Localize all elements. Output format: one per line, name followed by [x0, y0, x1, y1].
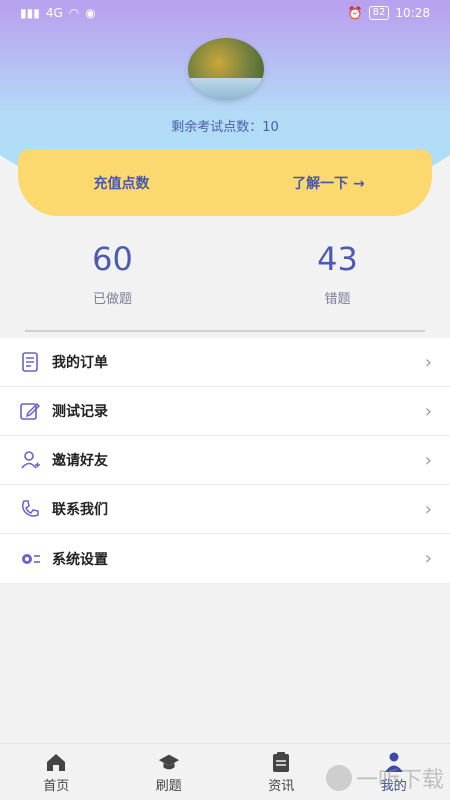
battery-indicator: 82: [368, 6, 390, 20]
watermark-text: 一听下载: [355, 768, 444, 793]
tab-news-label: 资讯: [268, 778, 295, 794]
invite-user-icon: [18, 448, 42, 472]
status-bar: ▮▮▮ 4G ◠ ◉ ⏰ 82 10:28: [0, 0, 450, 26]
phone-icon: [18, 497, 42, 521]
watermark: 一听下载: [325, 762, 444, 794]
menu-item-orders[interactable]: 我的订单 ›: [0, 338, 450, 387]
stat-done[interactable]: 60 已做题: [0, 240, 225, 307]
settings-icon: [18, 547, 42, 571]
clock: 10:28: [395, 6, 430, 20]
menu-list: 我的订单 › 测试记录 › 邀请好友 › 联系我们 › 系统设置 ›: [0, 338, 450, 583]
chevron-right-icon: ›: [424, 400, 432, 422]
tab-home-label: 首页: [43, 778, 70, 794]
network-type: 4G: [45, 6, 63, 20]
wifi-icon: ◠: [68, 6, 80, 20]
avatar[interactable]: [188, 38, 264, 100]
stat-wrong-value: 43: [317, 240, 358, 278]
remaining-points-text: 剩余考试点数：10: [171, 120, 279, 135]
tab-practice[interactable]: 刷题: [113, 744, 226, 800]
stat-wrong[interactable]: 43 错题: [225, 240, 450, 307]
recharge-card: 充值点数 了解一下 →: [18, 150, 432, 216]
menu-label-settings: 系统设置: [52, 551, 108, 568]
stat-wrong-label: 错题: [324, 292, 351, 307]
learn-more-button[interactable]: 了解一下 →: [225, 173, 432, 193]
chevron-right-icon: ›: [424, 351, 432, 373]
chevron-right-icon: ›: [424, 449, 432, 471]
stat-done-label: 已做题: [92, 292, 132, 307]
menu-item-settings[interactable]: 系统设置 ›: [0, 534, 450, 583]
menu-label-orders: 我的订单: [52, 355, 108, 371]
menu-label-contact-us: 联系我们: [52, 502, 108, 518]
menu-item-test-records[interactable]: 测试记录 ›: [0, 387, 450, 436]
eye-icon: ◉: [85, 6, 96, 20]
clipboard-icon: [270, 751, 292, 773]
tab-news[interactable]: 资讯: [225, 744, 338, 800]
signal-icon: ▮▮▮: [20, 6, 40, 20]
chevron-right-icon: ›: [424, 498, 432, 520]
stat-done-value: 60: [92, 240, 133, 278]
recharge-points-button[interactable]: 充值点数: [18, 173, 225, 193]
menu-item-invite-friends[interactable]: 邀请好友 ›: [0, 436, 450, 485]
menu-label-invite-friends: 邀请好友: [52, 453, 108, 469]
menu-item-contact-us[interactable]: 联系我们 ›: [0, 485, 450, 534]
edit-record-icon: [18, 399, 42, 423]
stats-row: 60 已做题 43 错题: [0, 240, 450, 307]
menu-label-test-records: 测试记录: [52, 404, 108, 420]
tab-practice-label: 刷题: [155, 778, 182, 794]
order-list-icon: [18, 350, 42, 374]
graduation-cap-icon: [158, 751, 180, 773]
divider: [25, 330, 425, 332]
watermark-logo-icon: [325, 765, 352, 791]
tab-home[interactable]: 首页: [0, 744, 113, 800]
chevron-right-icon: ›: [424, 548, 432, 569]
home-icon: [45, 751, 67, 773]
alarm-icon: ⏰: [347, 6, 363, 20]
